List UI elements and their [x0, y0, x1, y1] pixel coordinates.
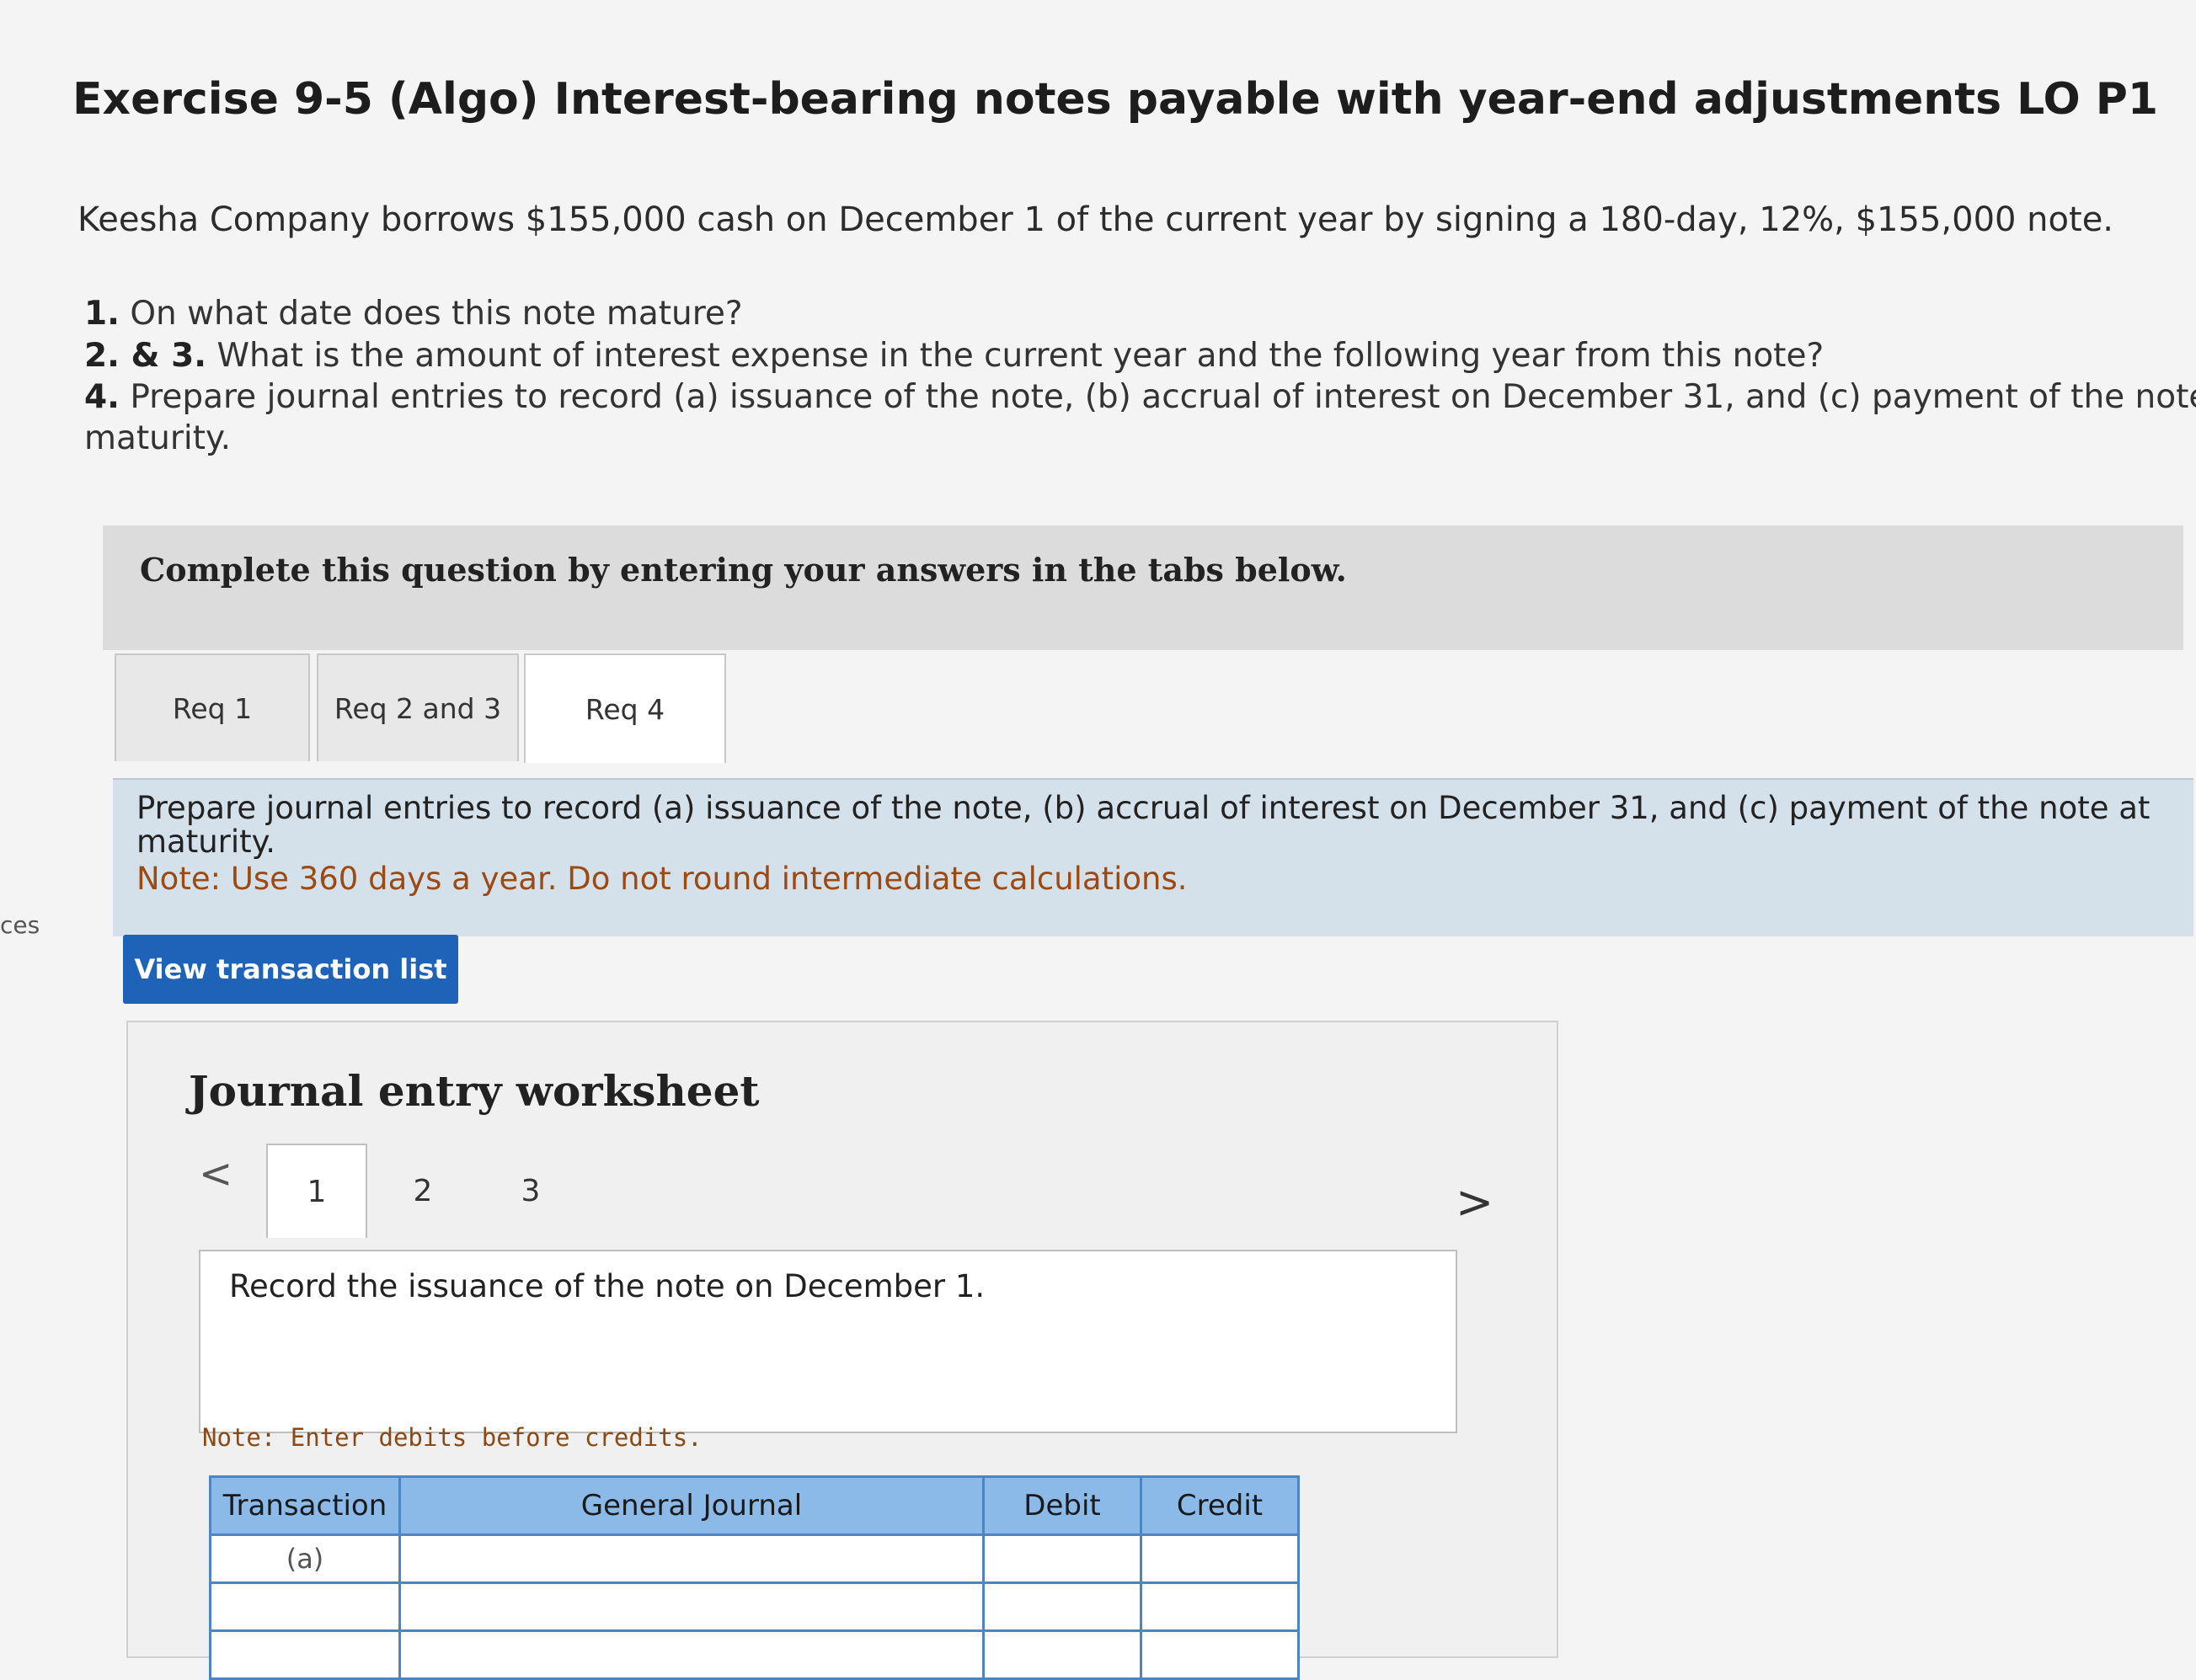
- banner-text: Complete this question by entering your …: [140, 551, 1347, 589]
- column-header-general-journal: General Journal: [398, 1475, 985, 1536]
- question-text: On what date does this note mature?: [119, 295, 743, 333]
- question-number: 2. & 3.: [84, 337, 207, 375]
- instruction-banner: Complete this question by entering your …: [103, 525, 2183, 650]
- journal-table: Transaction General Journal Debit Credit…: [209, 1475, 1300, 1680]
- view-transaction-list-button[interactable]: View transaction list: [123, 935, 458, 1004]
- tab-instructions-panel: Prepare journal entries to record (a) is…: [113, 778, 2193, 936]
- transaction-cell: [209, 1581, 401, 1632]
- question-text: Prepare journal entries to record (a) is…: [119, 378, 2196, 416]
- general-journal-select[interactable]: [398, 1581, 985, 1632]
- debit-input[interactable]: [982, 1533, 1142, 1584]
- chevron-right-icon[interactable]: >: [1456, 1176, 1493, 1229]
- tab-req-4[interactable]: Req 4: [524, 653, 726, 763]
- debit-input[interactable]: [982, 1581, 1142, 1632]
- transaction-cell: (a): [209, 1533, 401, 1584]
- column-header-transaction: Transaction: [209, 1475, 401, 1536]
- general-journal-select[interactable]: [398, 1533, 985, 1584]
- question-4-continued: maturity.: [84, 419, 231, 457]
- credit-input[interactable]: [1140, 1629, 1300, 1680]
- intro-text: Keesha Company borrows $155,000 cash on …: [77, 200, 2114, 239]
- table-row: (a): [209, 1533, 1300, 1584]
- record-instruction-box: Record the issuance of the note on Decem…: [199, 1250, 1457, 1433]
- table-row: [209, 1581, 1300, 1632]
- question-4: 4. Prepare journal entries to record (a)…: [84, 378, 2196, 416]
- record-instruction-text: Record the issuance of the note on Decem…: [229, 1268, 986, 1304]
- column-header-credit: Credit: [1140, 1475, 1300, 1536]
- question-1: 1. On what date does this note mature?: [84, 295, 743, 333]
- credit-input[interactable]: [1140, 1533, 1300, 1584]
- tab-req-1[interactable]: Req 1: [115, 653, 310, 761]
- question-number: 1.: [84, 295, 120, 333]
- question-2-3: 2. & 3. What is the amount of interest e…: [84, 337, 1824, 375]
- worksheet-page-1[interactable]: 1: [266, 1144, 367, 1238]
- worksheet-title: Journal entry worksheet: [189, 1066, 760, 1116]
- instructions-note: Note: Use 360 days a year. Do not round …: [136, 861, 1188, 897]
- general-journal-select[interactable]: [398, 1629, 985, 1680]
- debit-input[interactable]: [982, 1629, 1142, 1680]
- instructions-line-2: maturity.: [136, 824, 276, 860]
- chevron-left-icon[interactable]: <: [199, 1150, 232, 1197]
- side-label: ces: [0, 911, 40, 939]
- table-row: [209, 1629, 1300, 1680]
- instructions-line-1: Prepare journal entries to record (a) is…: [136, 790, 2151, 826]
- page-title: Exercise 9-5 (Algo) Interest-bearing not…: [72, 74, 2159, 125]
- worksheet-page-2[interactable]: 2: [372, 1144, 473, 1238]
- debits-credits-note: Note: Enter debits before credits.: [202, 1423, 703, 1452]
- journal-table-header: Transaction General Journal Debit Credit: [209, 1475, 1300, 1536]
- tab-req-2-and-3[interactable]: Req 2 and 3: [317, 653, 519, 761]
- column-header-debit: Debit: [982, 1475, 1142, 1536]
- question-number: 4.: [84, 378, 120, 416]
- question-text: What is the amount of interest expense i…: [206, 337, 1825, 375]
- transaction-cell: [209, 1629, 401, 1680]
- worksheet-page-3[interactable]: 3: [480, 1144, 581, 1238]
- credit-input[interactable]: [1140, 1581, 1300, 1632]
